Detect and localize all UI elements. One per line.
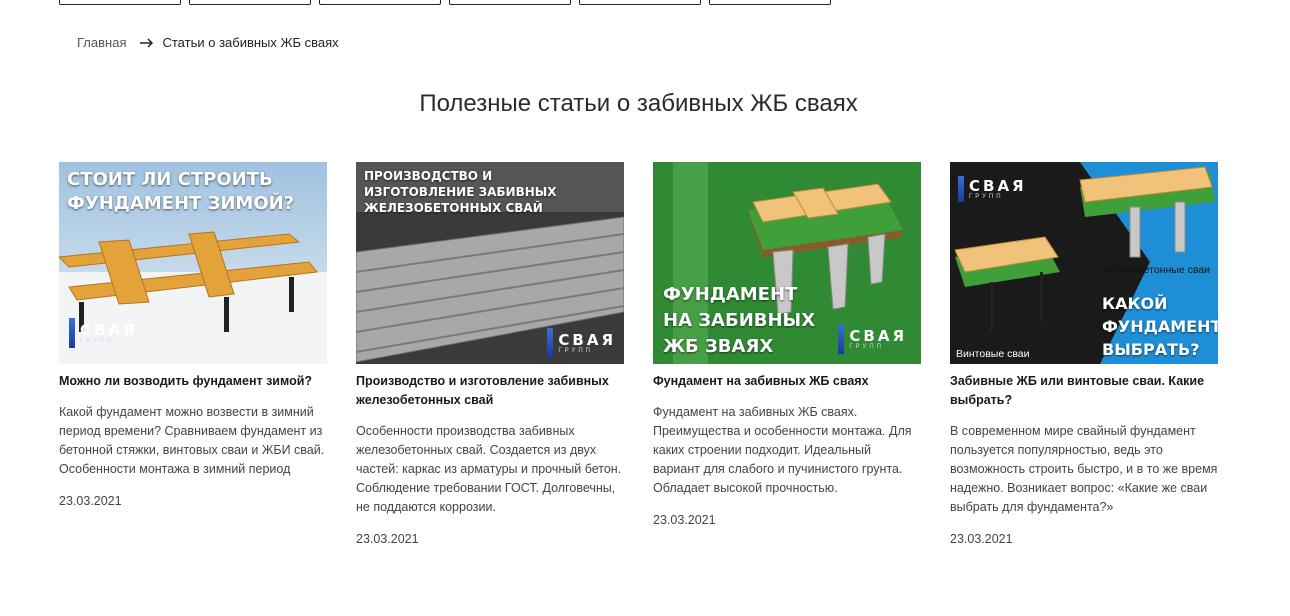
article-date: 23.03.2021 xyxy=(950,532,1013,546)
svaya-group-logo: СВАЯ ГРУПП xyxy=(838,324,907,354)
article-card: ПРОИЗВОДСТВО И ИЗГОТОВЛЕНИЕ ЗАБИВНЫХ ЖЕЛ… xyxy=(356,162,624,546)
article-card: СТОИТ ЛИ СТРОИТЬ ФУНДАМЕНТ ЗИМОЙ? СВАЯ ГР… xyxy=(59,162,327,546)
svaya-group-logo: СВАЯ ГРУПП xyxy=(69,318,138,348)
top-nav-tab[interactable] xyxy=(579,0,701,5)
article-date: 23.03.2021 xyxy=(59,494,122,508)
article-card: ФУНДАМЕНТ НА ЗАБИВНЫХ ЖБ ЗВАЯХ СВАЯ ГРУПП… xyxy=(653,162,921,546)
article-description: Какой фундамент можно возвести в зимний … xyxy=(59,405,325,476)
article-image-comparison[interactable]: СВАЯ ГРУПП Железобетонные сваи КАКОЙ ФУНД… xyxy=(950,162,1218,364)
article-description: Фундамент на забивных ЖБ сваях. Преимуще… xyxy=(653,405,912,495)
article-image-caption: КАКОЙ ФУНДАМЕНТ ВЫБРАТЬ? xyxy=(1102,294,1218,359)
top-nav-tab[interactable] xyxy=(319,0,441,5)
svaya-group-logo: СВАЯ ГРУПП xyxy=(547,328,616,358)
top-nav-tab[interactable] xyxy=(449,0,571,5)
article-title-link[interactable]: Забивные ЖБ или винтовые сваи. Какие выб… xyxy=(950,372,1218,410)
breadcrumb-current: Статьи о забивных ЖБ сваях xyxy=(162,35,339,50)
svaya-group-logo: СВАЯ ГРУПП xyxy=(958,176,1027,202)
article-image-production[interactable]: ПРОИЗВОДСТВО И ИЗГОТОВЛЕНИЕ ЗАБИВНЫХ ЖЕЛ… xyxy=(356,162,624,364)
article-title-link[interactable]: Производство и изготовление забивных жел… xyxy=(356,372,624,410)
article-card: СВАЯ ГРУПП Железобетонные сваи КАКОЙ ФУНД… xyxy=(950,162,1218,546)
article-title-link[interactable]: Фундамент на забивных ЖБ сваях xyxy=(653,372,921,391)
image-label-reinforced-concrete: Железобетонные сваи xyxy=(1100,264,1210,276)
top-nav-tab[interactable] xyxy=(189,0,311,5)
breadcrumb-home-link[interactable]: Главная xyxy=(77,35,126,50)
article-image-caption: ФУНДАМЕНТ НА ЗАБИВНЫХ ЖБ ЗВАЯХ xyxy=(663,284,816,357)
article-image-caption: ПРОИЗВОДСТВО И ИЗГОТОВЛЕНИЕ ЗАБИВНЫХ ЖЕЛ… xyxy=(364,169,557,215)
article-image-winter[interactable]: СТОИТ ЛИ СТРОИТЬ ФУНДАМЕНТ ЗИМОЙ? СВАЯ ГР… xyxy=(59,162,327,364)
article-date: 23.03.2021 xyxy=(356,532,419,546)
top-nav-tab[interactable] xyxy=(709,0,831,5)
article-image-caption: СТОИТ ЛИ СТРОИТЬ ФУНДАМЕНТ ЗИМОЙ? xyxy=(67,169,295,214)
page-title: Полезные статьи о забивных ЖБ сваях xyxy=(419,90,858,117)
article-description: Особенности производства забивных железо… xyxy=(356,424,622,514)
article-title-link[interactable]: Можно ли возводить фундамент зимой? xyxy=(59,372,327,391)
article-date: 23.03.2021 xyxy=(653,513,716,527)
top-nav-tabs xyxy=(59,0,831,5)
breadcrumb: Главная Статьи о забивных ЖБ сваях xyxy=(77,35,339,50)
article-image-foundation[interactable]: ФУНДАМЕНТ НА ЗАБИВНЫХ ЖБ ЗВАЯХ СВАЯ ГРУПП xyxy=(653,162,921,364)
top-nav-tab[interactable] xyxy=(59,0,181,5)
image-label-screw-piles: Винтовые сваи xyxy=(956,348,1030,360)
article-cards: СТОИТ ЛИ СТРОИТЬ ФУНДАМЕНТ ЗИМОЙ? СВАЯ ГР… xyxy=(59,162,1218,546)
arrow-right-icon xyxy=(140,37,154,48)
article-description: В современном мире свайный фундамент пол… xyxy=(950,424,1218,514)
